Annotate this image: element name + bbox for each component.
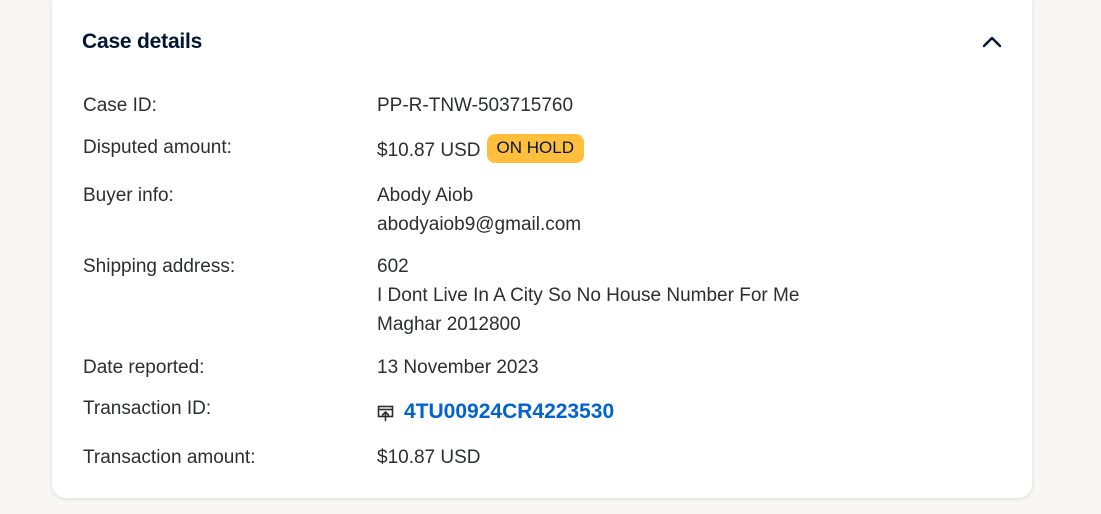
shipping-address-row: Shipping address: 602 I Dont Live In A C… xyxy=(83,252,1002,342)
address-line-3: Maghar 2012800 xyxy=(377,314,521,335)
date-reported-row: Date reported: 13 November 2023 xyxy=(83,353,1002,382)
transaction-id-label: Transaction ID: xyxy=(83,398,212,419)
collapse-button[interactable] xyxy=(977,27,1007,57)
transaction-id-value: 4TU00924CR4223530 xyxy=(404,400,615,423)
date-reported-value: 13 November 2023 xyxy=(377,357,539,378)
buyer-name: Abody Aiob xyxy=(377,185,474,206)
buyer-info-label: Buyer info: xyxy=(83,185,174,206)
transaction-amount-value: $10.87 USD xyxy=(377,447,481,468)
buyer-info-row: Buyer info: Abody Aiob abodyaiob9@gmail.… xyxy=(83,181,1002,241)
card-header: Case details xyxy=(82,28,1002,56)
case-id-row: Case ID: PP-R-TNW-503715760 xyxy=(83,91,1002,120)
shipping-address-label: Shipping address: xyxy=(83,256,236,277)
transaction-amount-label: Transaction amount: xyxy=(83,447,256,468)
transaction-id-value-group: 4TU00924CR4223530 xyxy=(377,397,614,430)
card-title: Case details xyxy=(82,30,203,53)
on-hold-badge: ON HOLD xyxy=(486,134,584,164)
disputed-amount-label: Disputed amount: xyxy=(83,137,232,158)
buyer-info-value: Abody Aiob abodyaiob9@gmail.com xyxy=(377,181,581,239)
chevron-up-icon xyxy=(982,36,1002,48)
case-id-value: PP-R-TNW-503715760 xyxy=(377,95,574,116)
disputed-amount-value: $10.87 USD xyxy=(377,140,481,161)
disputed-amount-row: Disputed amount: $10.87 USD ON HOLD xyxy=(83,133,1002,166)
disputed-amount-value-group: $10.87 USD ON HOLD xyxy=(377,134,584,165)
transaction-id-link[interactable]: 4TU00924CR4223530 xyxy=(377,397,614,426)
case-id-label: Case ID: xyxy=(83,95,157,116)
date-reported-label: Date reported: xyxy=(83,357,205,378)
external-link-icon xyxy=(377,405,394,421)
address-line-1: 602 xyxy=(377,256,409,277)
shipping-address-value: 602 I Dont Live In A City So No House Nu… xyxy=(377,252,799,339)
case-details-card: Case details Case ID: PP-R-TNW-503715760… xyxy=(52,0,1032,498)
buyer-email: abodyaiob9@gmail.com xyxy=(377,214,582,235)
address-line-2: I Dont Live In A City So No House Number… xyxy=(377,285,800,306)
transaction-id-row: Transaction ID: 4TU00924CR4223530 xyxy=(83,394,1002,428)
transaction-amount-row: Transaction amount: $10.87 USD xyxy=(83,443,1002,472)
